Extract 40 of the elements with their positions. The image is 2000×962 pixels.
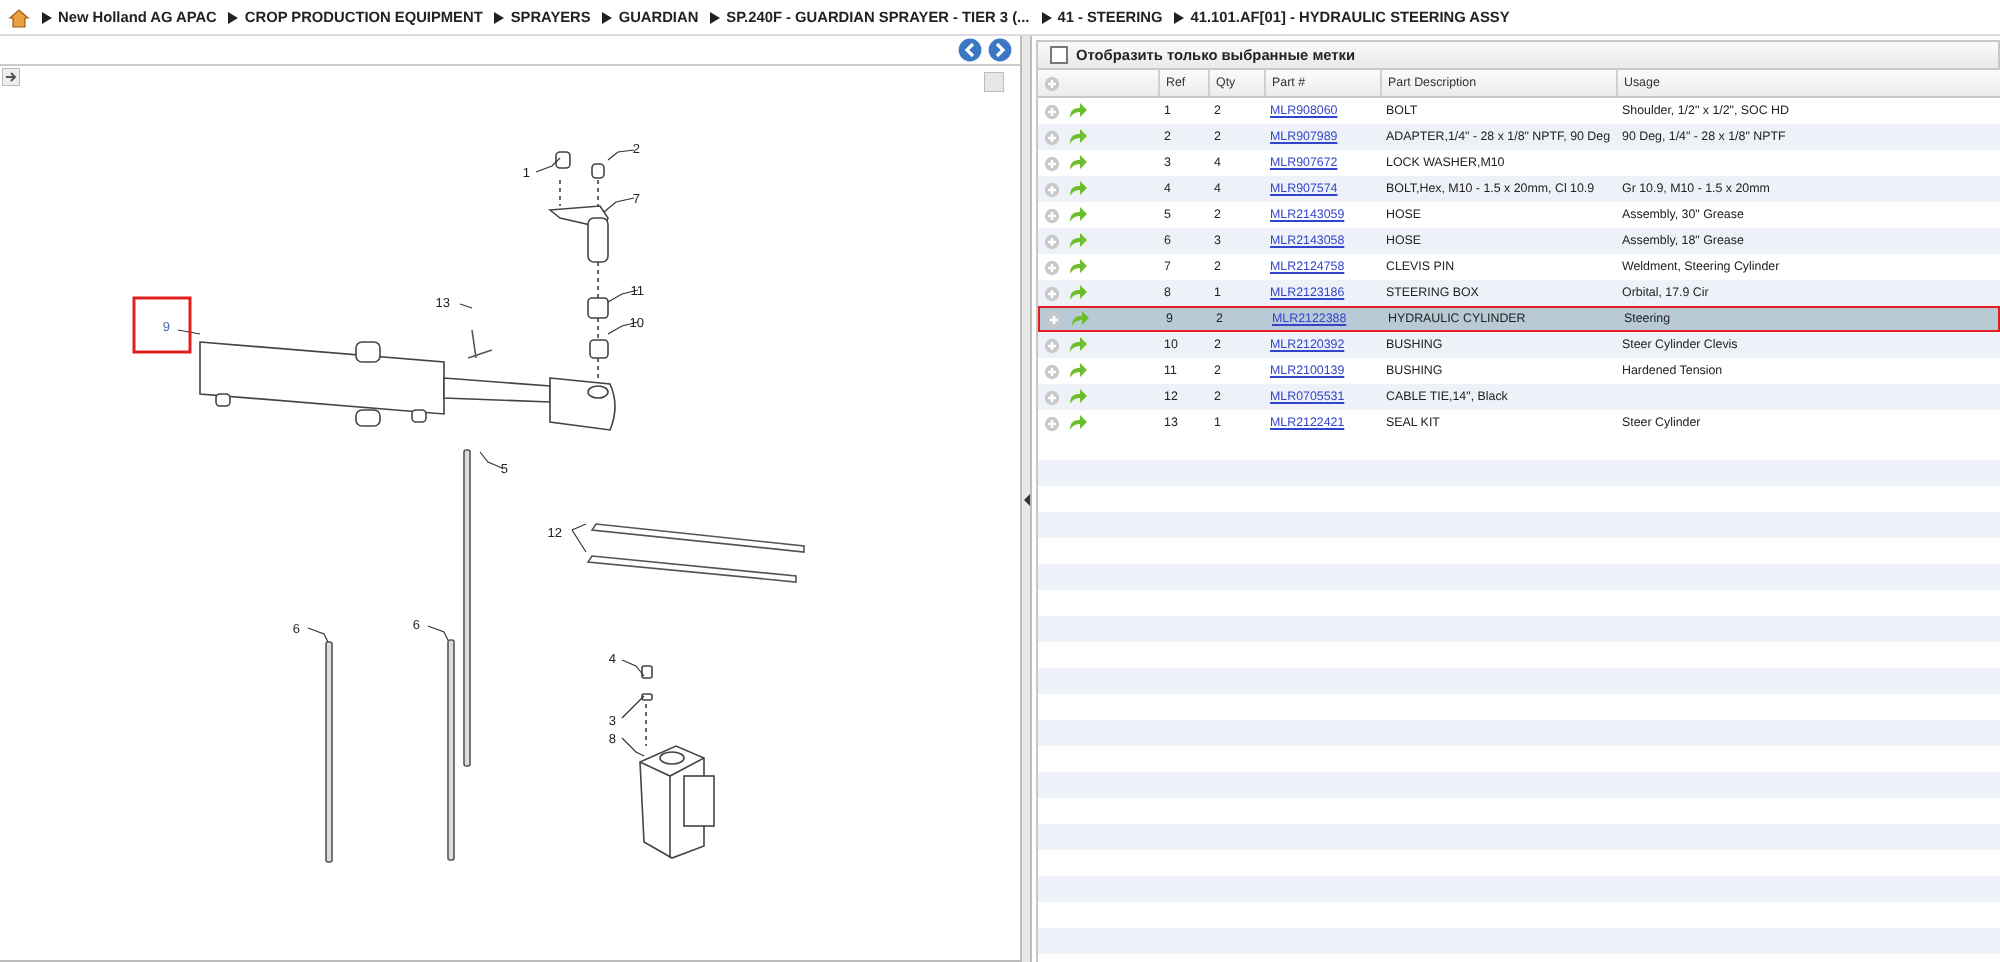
caret-icon	[1174, 11, 1185, 23]
caret-icon	[1041, 11, 1052, 23]
caret-icon	[494, 11, 505, 23]
add-icon[interactable]	[1044, 75, 1060, 91]
add-icon[interactable]	[1044, 233, 1060, 249]
leader-line	[571, 523, 587, 553]
leader-line	[621, 695, 645, 719]
add-icon[interactable]	[1044, 129, 1060, 145]
leader-line	[603, 197, 635, 213]
caret-icon	[228, 11, 239, 23]
add-icon[interactable]	[1044, 337, 1060, 353]
scroll-button-icon[interactable]	[984, 72, 1004, 92]
add-icon[interactable]	[1046, 311, 1062, 327]
leader-line	[177, 329, 201, 335]
caret-icon	[710, 11, 721, 23]
add-icon[interactable]	[1044, 207, 1060, 223]
leader-line	[621, 737, 645, 757]
leader-line	[427, 625, 449, 641]
collapse-icon[interactable]	[1023, 493, 1029, 505]
leader-line	[459, 303, 473, 309]
leader-line	[307, 627, 329, 643]
add-icon[interactable]	[1044, 285, 1060, 301]
add-icon[interactable]	[1044, 363, 1060, 379]
back-icon[interactable]	[958, 38, 982, 62]
add-icon[interactable]	[1044, 181, 1060, 197]
leader-line	[607, 149, 635, 161]
add-icon[interactable]	[1044, 259, 1060, 275]
caret-icon	[602, 11, 613, 23]
add-icon[interactable]	[1044, 389, 1060, 405]
checkbox[interactable]	[1050, 46, 1068, 64]
caret-icon	[42, 11, 52, 23]
leader-line	[621, 659, 645, 677]
add-icon[interactable]	[1044, 103, 1060, 119]
leader-line	[535, 157, 561, 173]
home-icon[interactable]	[8, 7, 30, 27]
add-icon[interactable]	[1044, 155, 1060, 171]
forward-icon[interactable]	[988, 38, 1012, 62]
add-icon[interactable]	[1044, 415, 1060, 431]
leader-line	[479, 451, 503, 469]
export-icon[interactable]	[2, 68, 20, 86]
